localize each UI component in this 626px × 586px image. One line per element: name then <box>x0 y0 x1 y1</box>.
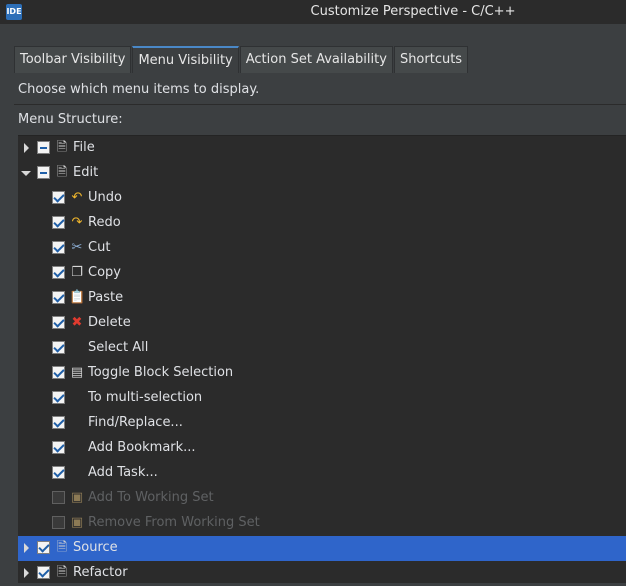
tree-row-label: Copy <box>88 265 121 280</box>
undo-icon: ↶ <box>71 190 83 205</box>
tree-row-cut[interactable]: ✂ Cut <box>18 236 626 261</box>
tab-action-set-availability[interactable]: Action Set Availability <box>239 46 393 73</box>
checkbox[interactable] <box>52 216 65 229</box>
menu-structure-label: Menu Structure: <box>18 112 123 127</box>
menu-icon: 🗎 <box>56 140 68 155</box>
instruction-text: Choose which menu items to display. <box>18 82 260 97</box>
checkbox[interactable] <box>52 441 65 454</box>
tree-row-label: Add To Working Set <box>88 490 214 505</box>
checkbox <box>52 516 65 529</box>
checkbox <box>52 491 65 504</box>
checkbox[interactable] <box>52 366 65 379</box>
tree-row-remove-from-working-set[interactable]: ▣ Remove From Working Set <box>18 511 626 536</box>
tree-row-edit[interactable]: 🗎 Edit <box>18 161 626 186</box>
tree-row-label: Add Task... <box>88 465 158 480</box>
tree-row-add-task[interactable]: Add Task... <box>18 461 626 486</box>
tree-row-label: Edit <box>73 165 99 180</box>
menu-icon: 🗎 <box>56 540 68 555</box>
tree-row-add-to-working-set[interactable]: ▣ Add To Working Set <box>18 486 626 511</box>
tree-row-source[interactable]: 🗎 Source <box>18 536 626 561</box>
tree-row-undo[interactable]: ↶ Undo <box>18 186 626 211</box>
block-selection-icon: ▤ <box>70 365 84 380</box>
tree-row-find-replace[interactable]: Find/Replace... <box>18 411 626 436</box>
tree-row-copy[interactable]: ❐ Copy <box>18 261 626 286</box>
cut-icon: ✂ <box>71 240 83 255</box>
tree-row-label: Add Bookmark... <box>88 440 196 455</box>
tree-row-label: Find/Replace... <box>88 415 183 430</box>
tree-row-label: Toggle Block Selection <box>88 365 234 380</box>
checkbox[interactable] <box>52 316 65 329</box>
tree-row-label: Source <box>73 540 118 555</box>
divider <box>14 104 626 105</box>
tree-row-select-all[interactable]: Select All <box>18 336 626 361</box>
paste-icon: 📋 <box>69 290 86 305</box>
tree-row-redo[interactable]: ↷ Redo <box>18 211 626 236</box>
checkbox[interactable] <box>52 291 65 304</box>
checkbox[interactable] <box>52 191 65 204</box>
expand-arrow-icon[interactable] <box>24 568 29 578</box>
tree-row-label: Cut <box>88 240 111 255</box>
tree-row-label: Undo <box>88 190 122 205</box>
tree-row-paste[interactable]: 📋 Paste <box>18 286 626 311</box>
tree-row-refactor[interactable]: 🗎 Refactor <box>18 561 626 586</box>
tab-toolbar-visibility[interactable]: Toolbar Visibility <box>14 46 132 73</box>
tab-menu-visibility[interactable]: Menu Visibility <box>132 46 239 73</box>
title-bar: IDE Customize Perspective - C/C++ <box>0 0 626 24</box>
checkbox[interactable] <box>37 166 50 179</box>
tree-row-add-bookmark[interactable]: Add Bookmark... <box>18 436 626 461</box>
checkbox[interactable] <box>52 416 65 429</box>
window-title: Customize Perspective - C/C++ <box>310 4 516 19</box>
expand-arrow-icon[interactable] <box>24 543 29 553</box>
delete-icon: ✖ <box>71 315 83 330</box>
tree-row-label: Refactor <box>73 565 128 580</box>
checkbox[interactable] <box>52 391 65 404</box>
tree-row-label: File <box>73 140 95 155</box>
working-set-icon: ▣ <box>70 515 84 530</box>
redo-icon: ↷ <box>71 215 83 230</box>
checkbox[interactable] <box>52 341 65 354</box>
tab-bar: Toolbar Visibility Menu Visibility Actio… <box>14 46 469 74</box>
checkbox[interactable] <box>37 141 50 154</box>
tree-row-label: To multi-selection <box>88 390 203 405</box>
collapse-arrow-icon[interactable] <box>21 171 31 176</box>
copy-icon: ❐ <box>71 265 83 280</box>
menu-structure-tree[interactable]: 🗎 File 🗎 Edit ↶ Undo ↷ Redo ✂ Cut ❐ Copy 📋 Paste ✖ Dele… <box>18 135 626 583</box>
tree-row-file[interactable]: 🗎 File <box>18 136 626 161</box>
checkbox[interactable] <box>52 466 65 479</box>
tree-row-label: Delete <box>88 315 131 330</box>
tree-row-toggle-block-selection[interactable]: ▤ Toggle Block Selection <box>18 361 626 386</box>
menu-icon: 🗎 <box>56 565 68 580</box>
tree-row-to-multi-selection[interactable]: To multi-selection <box>18 386 626 411</box>
checkbox[interactable] <box>52 241 65 254</box>
tab-shortcuts[interactable]: Shortcuts <box>393 46 469 73</box>
tree-row-label: Redo <box>88 215 121 230</box>
tree-row-delete[interactable]: ✖ Delete <box>18 311 626 336</box>
expand-arrow-icon[interactable] <box>24 143 29 153</box>
checkbox[interactable] <box>52 266 65 279</box>
checkbox[interactable] <box>37 541 50 554</box>
tree-row-label: Select All <box>88 340 149 355</box>
working-set-icon: ▣ <box>70 490 84 505</box>
menu-icon: 🗎 <box>56 165 68 180</box>
tree-row-label: Remove From Working Set <box>88 515 260 530</box>
tree-row-label: Paste <box>88 290 124 305</box>
checkbox[interactable] <box>37 566 50 579</box>
